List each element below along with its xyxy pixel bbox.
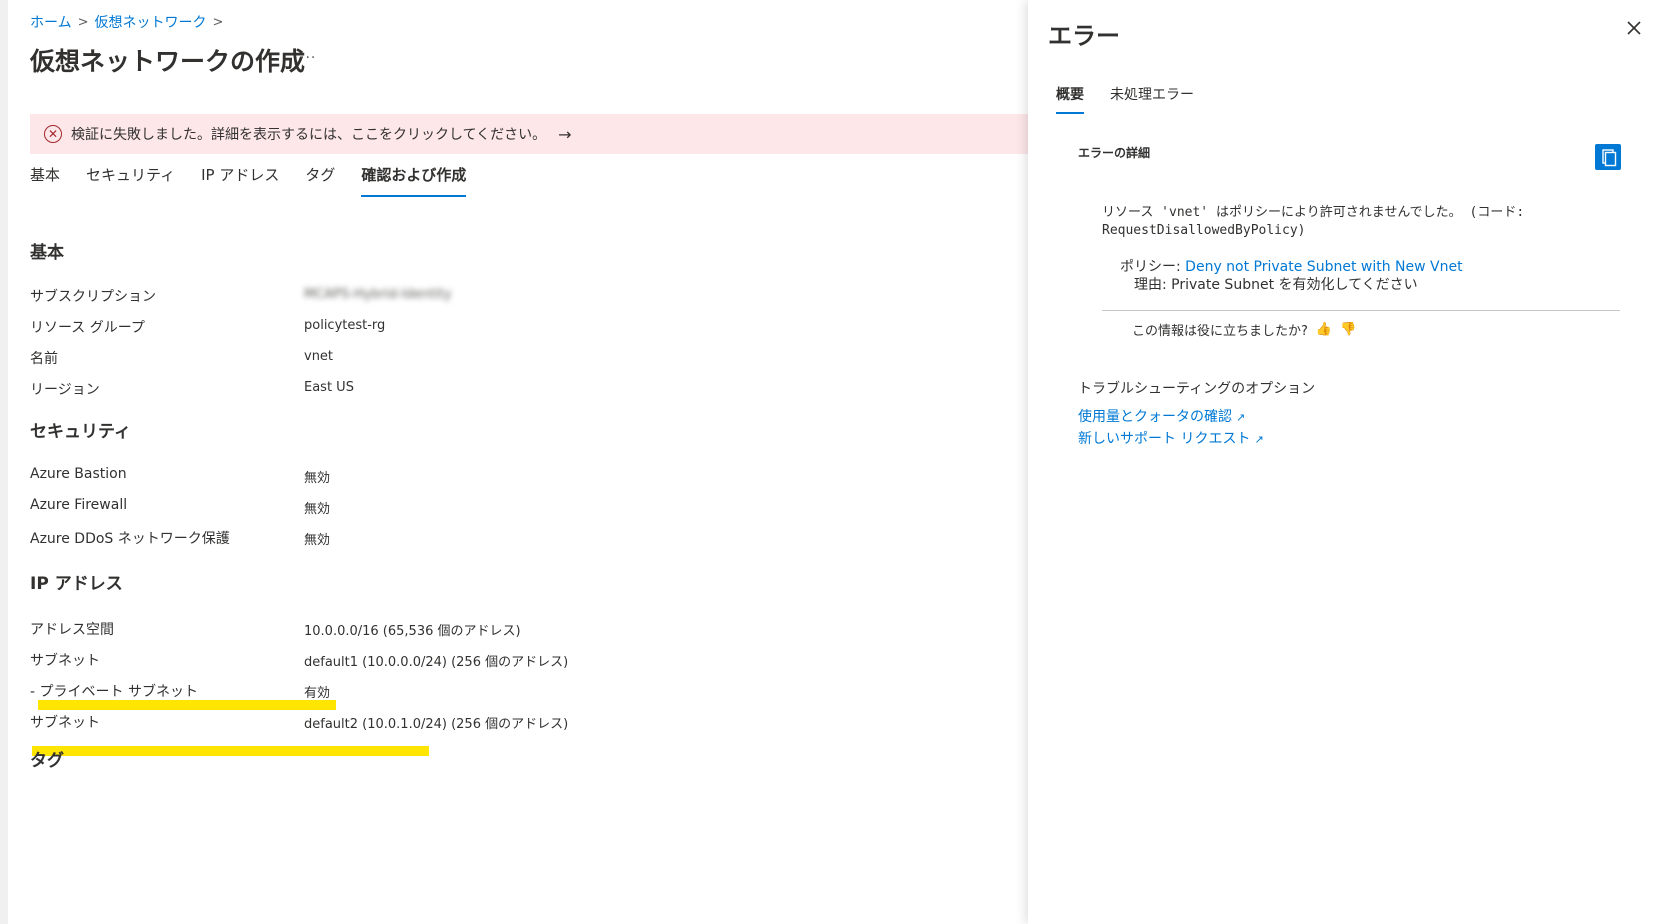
reason-label: 理由: bbox=[1134, 277, 1172, 293]
troubleshooting-label: トラブルシューティングのオプション bbox=[1078, 381, 1316, 397]
link-usage-quota-label[interactable]: 使用量とクォータの確認 bbox=[1078, 409, 1232, 425]
label-azure-firewall: Azure Firewall bbox=[30, 497, 128, 513]
tab-security[interactable]: セキュリティ bbox=[86, 164, 175, 197]
value-subnet-1: default1 (10.0.0.0/24) (256 個のアドレス) bbox=[304, 655, 569, 670]
thumbs-down-icon[interactable]: 👎 bbox=[1340, 322, 1356, 337]
reason-row: 理由: Private Subnet を有効化してください bbox=[1134, 274, 1418, 294]
value-region: East US bbox=[304, 380, 354, 395]
value-subscription: MCAPS-Hybrid-Identity bbox=[304, 287, 452, 302]
policy-link[interactable]: Deny not Private Subnet with New Vnet bbox=[1185, 259, 1462, 275]
arrow-right-icon: → bbox=[558, 124, 572, 144]
label-subnet-1: サブネット bbox=[30, 653, 100, 669]
label-azure-ddos: Azure DDoS ネットワーク保護 bbox=[30, 531, 230, 547]
reason-text: Private Subnet を有効化してください bbox=[1171, 277, 1418, 293]
divider bbox=[1102, 310, 1620, 311]
error-details-label: エラーの詳細 bbox=[1078, 146, 1151, 160]
error-message: リソース 'vnet' はポリシーにより許可されませんでした。 (コード: Re… bbox=[1102, 204, 1582, 240]
label-private-subnet: - プライベート サブネット bbox=[30, 684, 198, 700]
breadcrumb: ホーム > 仮想ネットワーク > bbox=[30, 12, 223, 32]
tab-summary[interactable]: 概要 bbox=[1056, 84, 1084, 114]
chevron-right-icon: > bbox=[212, 14, 224, 30]
wizard-tabs: 基本 セキュリティ IP アドレス タグ 確認および作成 bbox=[30, 164, 492, 197]
breadcrumb-vnet[interactable]: 仮想ネットワーク bbox=[95, 12, 207, 32]
highlight-marker bbox=[38, 700, 336, 710]
copy-icon[interactable] bbox=[1595, 144, 1621, 170]
link-new-support-request-label[interactable]: 新しいサポート リクエスト bbox=[1078, 431, 1250, 447]
feedback-question: この情報は役に立ちましたか? bbox=[1132, 324, 1308, 339]
value-azure-bastion: 無効 bbox=[304, 471, 331, 486]
chevron-right-icon: > bbox=[77, 14, 89, 30]
link-new-support-request[interactable]: 新しいサポート リクエスト ↗ bbox=[1078, 428, 1264, 448]
more-options-button[interactable]: ··· bbox=[300, 50, 316, 66]
label-address-space: アドレス空間 bbox=[30, 622, 114, 638]
page-title: 仮想ネットワークの作成 bbox=[30, 47, 306, 76]
external-link-icon: ↗ bbox=[1254, 433, 1264, 446]
value-subnet-2: default2 (10.0.1.0/24) (256 個のアドレス) bbox=[304, 717, 569, 732]
error-message-line2: RequestDisallowedByPolicy) bbox=[1102, 223, 1306, 238]
section-heading-ip: IP アドレス bbox=[30, 574, 123, 594]
value-resource-group: policytest-rg bbox=[304, 318, 386, 333]
main-content: ホーム > 仮想ネットワーク > 仮想ネットワークの作成 ··· ✕ 検証に失敗… bbox=[8, 0, 1028, 924]
thumbs-up-icon[interactable]: 👍 bbox=[1316, 322, 1332, 337]
feedback-row: この情報は役に立ちましたか? 👍 👎 bbox=[1132, 320, 1356, 339]
label-resource-group: リソース グループ bbox=[30, 320, 145, 336]
label-region: リージョン bbox=[30, 382, 100, 398]
panel-tabs: 概要 未処理エラー bbox=[1056, 84, 1220, 114]
left-edge bbox=[0, 0, 8, 924]
label-subnet-2: サブネット bbox=[30, 715, 100, 731]
validation-error-banner[interactable]: ✕ 検証に失敗しました。詳細を表示するには、ここをクリックしてください。 → bbox=[30, 114, 1028, 154]
value-azure-ddos: 無効 bbox=[304, 533, 331, 548]
link-usage-quota[interactable]: 使用量とクォータの確認 ↗ bbox=[1078, 406, 1245, 426]
label-azure-bastion: Azure Bastion bbox=[30, 466, 127, 482]
section-heading-tags: タグ bbox=[30, 751, 64, 771]
tab-review-create[interactable]: 確認および作成 bbox=[361, 164, 467, 197]
policy-label: ポリシー: bbox=[1120, 259, 1186, 275]
close-icon[interactable] bbox=[1624, 18, 1644, 38]
section-heading-security: セキュリティ bbox=[30, 422, 131, 442]
tab-raw-error[interactable]: 未処理エラー bbox=[1110, 84, 1194, 114]
banner-message: 検証に失敗しました。詳細を表示するには、ここをクリックしてください。 bbox=[71, 127, 547, 143]
value-address-space: 10.0.0.0/16 (65,536 個のアドレス) bbox=[304, 624, 521, 639]
section-heading-basic: 基本 bbox=[30, 243, 64, 263]
breadcrumb-home[interactable]: ホーム bbox=[30, 12, 72, 32]
tab-tags[interactable]: タグ bbox=[305, 164, 335, 197]
panel-title: エラー bbox=[1048, 22, 1120, 50]
value-azure-firewall: 無効 bbox=[304, 502, 331, 517]
highlight-marker bbox=[32, 746, 429, 756]
tab-basic[interactable]: 基本 bbox=[30, 164, 60, 197]
label-name: 名前 bbox=[30, 351, 58, 367]
external-link-icon: ↗ bbox=[1236, 411, 1246, 424]
error-panel: エラー 概要 未処理エラー エラーの詳細 リソース 'vnet' はポリシーによ… bbox=[1028, 0, 1668, 924]
error-circle-icon: ✕ bbox=[44, 125, 62, 143]
policy-row: ポリシー: Deny not Private Subnet with New V… bbox=[1120, 256, 1463, 276]
error-message-line1: リソース 'vnet' はポリシーにより許可されませんでした。 (コード: bbox=[1102, 205, 1525, 220]
label-subscription: サブスクリプション bbox=[30, 289, 156, 305]
value-name: vnet bbox=[304, 349, 334, 364]
tab-ip-addresses[interactable]: IP アドレス bbox=[201, 164, 279, 197]
value-private-subnet: 有効 bbox=[304, 686, 331, 701]
